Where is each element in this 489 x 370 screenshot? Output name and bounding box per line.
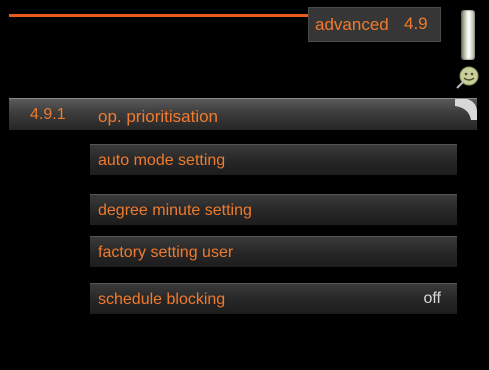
- menu-item-index: 4.9.1: [30, 106, 66, 123]
- smiley-status-icon: [456, 66, 479, 89]
- menu-item-op-prioritisation[interactable]: 4.9.1 op. prioritisation: [9, 98, 477, 130]
- header-menu-number: 4.9: [404, 14, 428, 33]
- menu-item-label: op. prioritisation: [98, 107, 219, 126]
- menu-item-label: degree minute setting: [98, 202, 252, 219]
- page-curl-icon: [455, 99, 477, 120]
- menu-item-factory-setting-user[interactable]: factory setting user: [90, 236, 457, 267]
- menu-item-auto-mode-setting[interactable]: auto mode setting: [90, 144, 457, 175]
- menu-item-value: off: [423, 290, 442, 307]
- header-divider-line: [9, 14, 309, 17]
- thermometer-icon: [461, 10, 475, 60]
- menu-item-degree-minute-setting[interactable]: degree minute setting: [90, 194, 457, 225]
- header-title: advanced: [315, 15, 389, 34]
- menu-item-label: schedule blocking: [98, 291, 226, 308]
- menu-item-schedule-blocking[interactable]: schedule blocking off: [90, 283, 457, 314]
- menu-item-label: auto mode setting: [98, 152, 226, 169]
- menu-item-label: factory setting user: [98, 244, 234, 261]
